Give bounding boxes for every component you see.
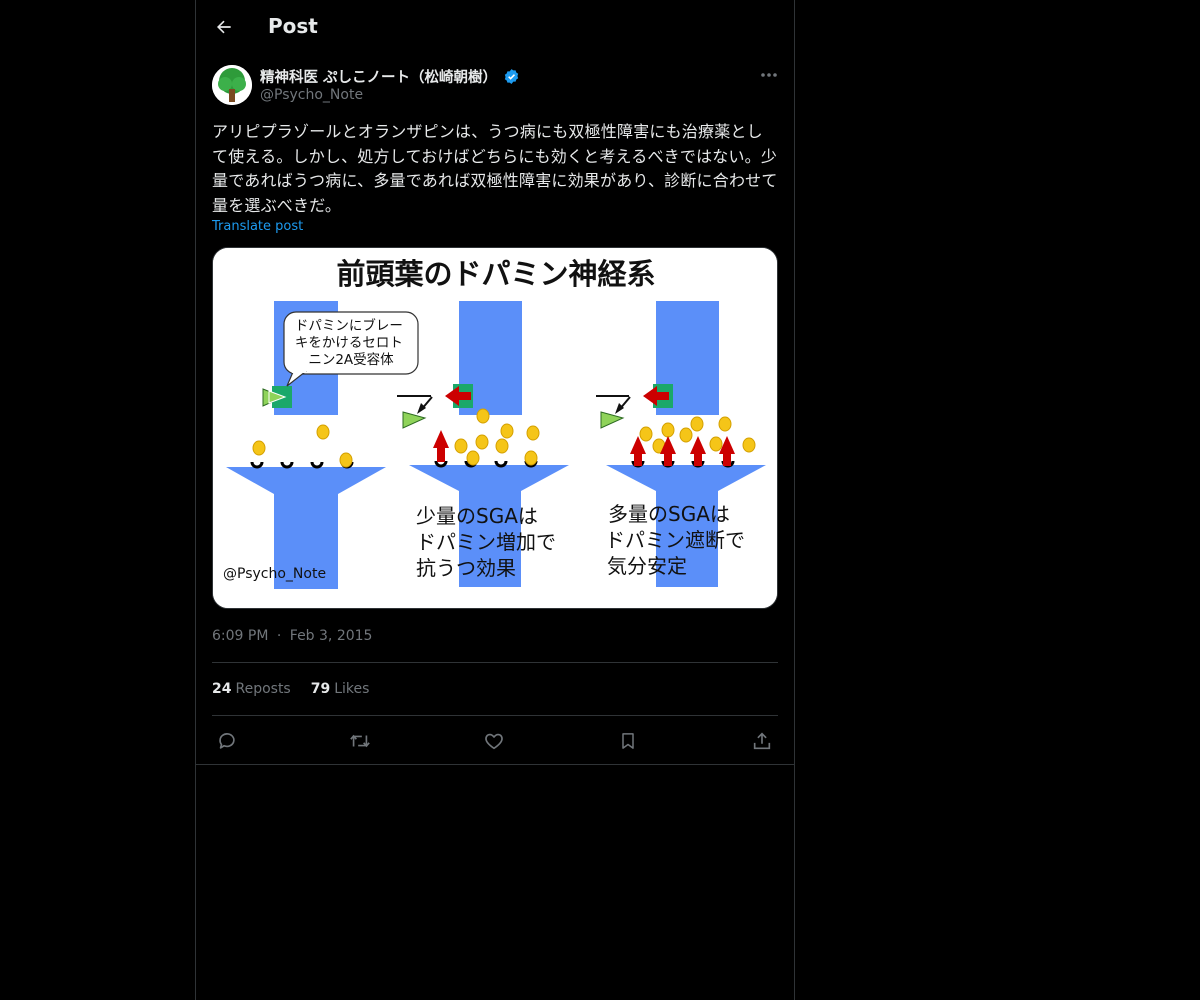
action-bar xyxy=(212,728,778,754)
callout-line: キをかけるセロト xyxy=(295,335,403,351)
panel3-line: 気分安定 xyxy=(607,554,687,578)
tree-avatar-icon xyxy=(212,65,252,105)
bookmark-button[interactable] xyxy=(615,728,641,754)
share-button[interactable] xyxy=(749,728,775,754)
meta-separator: · xyxy=(276,628,282,644)
post-date[interactable]: Feb 3, 2015 xyxy=(290,628,373,644)
divider xyxy=(212,715,778,716)
panel3-line: ドパミン遮断で xyxy=(605,528,745,552)
divider xyxy=(212,662,778,663)
svg-text:ドパミンにブレー キをかけるセロト: ドパミンにブレー キをかけるセロト ニン2A受容体 xyxy=(295,317,407,368)
like-button[interactable] xyxy=(481,728,507,754)
panel3-line: 多量のSGAは xyxy=(608,502,730,526)
callout-line: ニン2A受容体 xyxy=(308,351,394,368)
avatar[interactable] xyxy=(212,65,252,105)
dopamine-diagram: 前頭葉のドパミン神経系 ドパミンにブレー キをかけるセロト ニン2A受容体 @P… xyxy=(213,248,777,608)
more-options-button[interactable] xyxy=(758,64,780,86)
post-bottom-border xyxy=(196,764,794,765)
post-timestamp[interactable]: 6:09 PM · Feb 3, 2015 xyxy=(212,628,372,644)
panel2-line: ドパミン増加で xyxy=(416,530,556,554)
share-icon xyxy=(753,732,771,750)
image-watermark: @Psycho_Note xyxy=(223,566,326,582)
post-stats: 24 Reposts 79 Likes xyxy=(212,681,369,697)
repost-button[interactable] xyxy=(347,728,373,754)
likes-stat[interactable]: 79 Likes xyxy=(311,681,370,697)
diagram-title: 前頭葉のドパミン神経系 xyxy=(336,257,655,291)
reply-icon xyxy=(219,733,235,749)
repost-icon xyxy=(350,734,370,748)
reposts-label: Reposts xyxy=(235,681,291,697)
post-image[interactable]: 前頭葉のドパミン神経系 ドパミンにブレー キをかけるセロト ニン2A受容体 @P… xyxy=(212,247,778,609)
author-name-row[interactable]: 精神科医 ぷしこノート（松崎朝樹） xyxy=(260,66,520,87)
back-arrow-icon xyxy=(217,20,231,34)
page-title: Post xyxy=(268,14,318,38)
post-text: アリピプラゾールとオランザピンは、うつ病にも双極性障害にも治療薬として使える。し… xyxy=(212,122,778,215)
post-time[interactable]: 6:09 PM xyxy=(212,628,268,644)
reposts-count: 24 xyxy=(212,681,232,697)
author-display-name[interactable]: 精神科医 ぷしこノート（松崎朝樹） xyxy=(260,66,497,87)
top-bar: Post xyxy=(196,0,794,54)
translate-post-link[interactable]: Translate post xyxy=(212,219,303,234)
verified-badge-icon xyxy=(504,69,519,84)
author-handle[interactable]: @Psycho_Note xyxy=(260,87,363,103)
callout-line: ドパミンにブレー xyxy=(295,317,403,334)
panel2-line: 少量のSGAは xyxy=(416,504,538,528)
back-button[interactable] xyxy=(210,13,238,41)
likes-count: 79 xyxy=(310,681,331,697)
primary-column: Post 精神科医 ぷしこノート（松崎朝樹） @Psycho_Note アリピプ… xyxy=(195,0,795,1000)
likes-label: Likes xyxy=(334,681,370,697)
bookmark-icon xyxy=(622,733,634,749)
like-icon xyxy=(485,733,503,750)
reposts-stat[interactable]: 24 Reposts xyxy=(212,681,291,697)
reply-button[interactable] xyxy=(214,728,240,754)
more-icon xyxy=(761,73,777,77)
panel2-line: 抗うつ効果 xyxy=(416,556,516,580)
